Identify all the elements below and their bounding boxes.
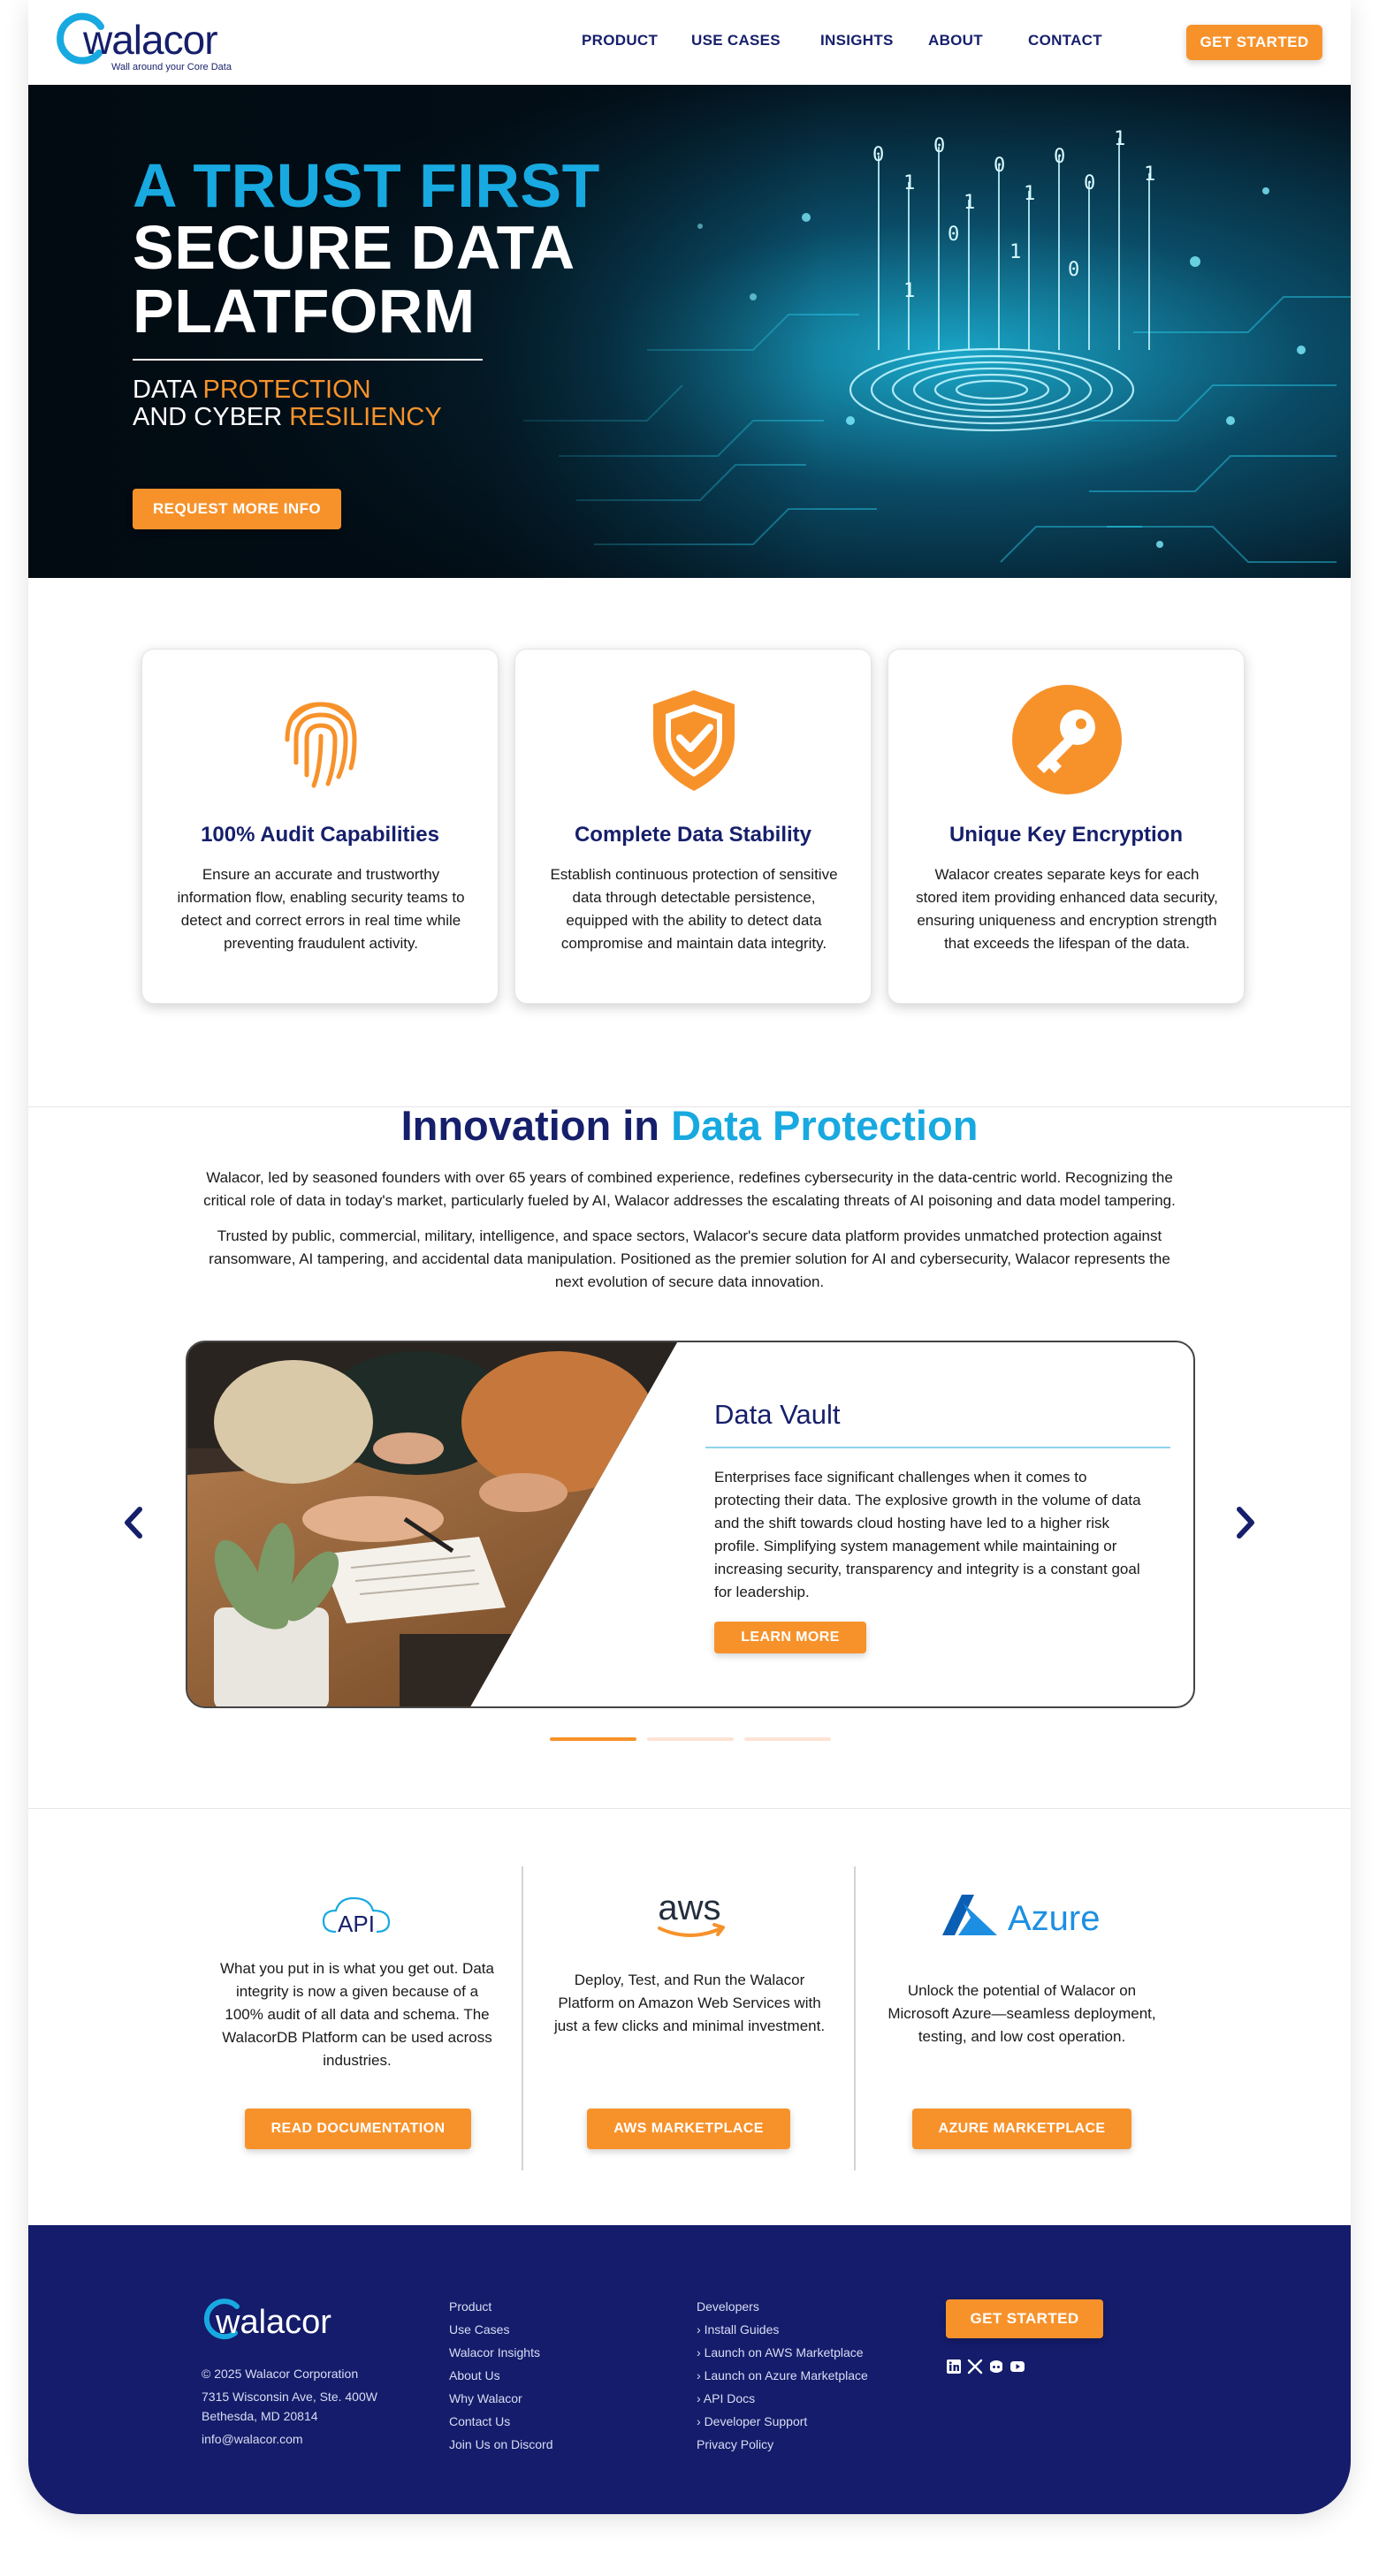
feature-title: Complete Data Stability bbox=[574, 823, 812, 847]
read-documentation-button[interactable]: READ DOCUMENTATION bbox=[245, 2109, 471, 2149]
get-started-button[interactable]: GET STARTED bbox=[1186, 25, 1322, 60]
integration-text: What you put in is what you get out. Dat… bbox=[220, 1960, 494, 2069]
footer-sublink[interactable]: › Launch on Azure Marketplace bbox=[697, 2368, 868, 2382]
key-icon bbox=[1012, 685, 1122, 794]
feature-title: Unique Key Encryption bbox=[949, 823, 1184, 847]
azure-logo-text: Azure bbox=[1008, 1899, 1101, 1938]
feature-text: Ensure an accurate and trustworthy infor… bbox=[177, 866, 465, 952]
aws-marketplace-button[interactable]: AWS MARKETPLACE bbox=[587, 2109, 790, 2149]
aws-logo-icon: aws bbox=[658, 1888, 725, 1937]
hero-subtitle: DATA PROTECTION AND CYBER RESILIENCY bbox=[133, 376, 442, 431]
hero-sub-text: AND CYBER bbox=[133, 403, 290, 431]
api-logo-text: API bbox=[338, 1911, 375, 1937]
hero-title-line2: SECURE DATA PLATFORM bbox=[133, 213, 574, 346]
footer-sublink[interactable]: › Launch on AWS Marketplace bbox=[697, 2345, 864, 2359]
youtube-icon[interactable] bbox=[1009, 2359, 1025, 2375]
hero-sub-text: DATA bbox=[133, 376, 203, 404]
footer-sublink-label: API Docs bbox=[703, 2391, 756, 2405]
aws-logo-text: aws bbox=[658, 1888, 720, 1927]
site-footer: walacor © 2025 Walacor Corporation 7315 … bbox=[28, 2225, 1351, 2514]
footer-logo[interactable]: walacor bbox=[202, 2296, 361, 2344]
slider-next-arrow-icon[interactable] bbox=[1230, 1504, 1259, 1541]
footer-link-about[interactable]: About Us bbox=[449, 2368, 500, 2382]
discord-icon[interactable] bbox=[988, 2359, 1004, 2375]
integration-text: Unlock the potential of Walacor on Micro… bbox=[888, 1982, 1156, 2045]
slider-dot[interactable] bbox=[647, 1737, 734, 1741]
feature-text: Establish continuous protection of sensi… bbox=[550, 866, 838, 952]
footer-sublink-label: Install Guides bbox=[704, 2322, 780, 2337]
column-divider bbox=[854, 1866, 856, 2170]
hero-title-line1: A TRUST FIRST bbox=[133, 151, 600, 220]
innovation-title: Innovation in Data Protection bbox=[28, 1101, 1351, 1150]
request-info-button[interactable]: REQUEST MORE INFO bbox=[133, 489, 341, 529]
footer-link-privacy[interactable]: Privacy Policy bbox=[697, 2437, 773, 2451]
footer-sublink-label: Launch on Azure Marketplace bbox=[704, 2368, 868, 2382]
linkedin-icon[interactable] bbox=[946, 2359, 962, 2375]
azure-logo-icon: Azure bbox=[942, 1895, 1101, 1938]
feature-card: Complete Data Stability Establish contin… bbox=[514, 649, 872, 1004]
slide-title: Data Vault bbox=[714, 1399, 841, 1430]
x-icon[interactable] bbox=[967, 2359, 983, 2375]
nav-use-cases[interactable]: USE CASES bbox=[691, 32, 781, 49]
feature-text: Walacor creates separate keys for each s… bbox=[916, 866, 1218, 952]
hero-divider bbox=[133, 359, 483, 361]
nav-insights[interactable]: INSIGHTS bbox=[820, 32, 894, 49]
slider-dot-active[interactable] bbox=[550, 1737, 636, 1741]
site-header: walacor Wall around your Core Data PRODU… bbox=[28, 0, 1351, 85]
page-frame: walacor Wall around your Core Data PRODU… bbox=[28, 0, 1351, 2514]
innovation-paragraph: Walacor, led by seasoned founders with o… bbox=[203, 1169, 1176, 1209]
footer-link-developers[interactable]: Developers bbox=[697, 2299, 759, 2314]
innovation-title-text: Innovation in bbox=[400, 1102, 672, 1149]
feature-title: 100% Audit Capabilities bbox=[201, 823, 439, 847]
azure-marketplace-button[interactable]: AZURE MARKETPLACE bbox=[912, 2109, 1131, 2149]
slider-dot[interactable] bbox=[744, 1737, 831, 1741]
nav-about[interactable]: ABOUT bbox=[928, 32, 983, 49]
slide-image-meeting-photo bbox=[187, 1342, 677, 1706]
footer-link-use-cases[interactable]: Use Cases bbox=[449, 2322, 509, 2337]
integration-text: Deploy, Test, and Run the Walacor Platfo… bbox=[553, 1972, 826, 2034]
brand-logo[interactable]: walacor Wall around your Core Data bbox=[53, 11, 239, 74]
footer-link-contact[interactable]: Contact Us bbox=[449, 2414, 510, 2428]
innovation-title-accent: Data Protection bbox=[671, 1102, 979, 1149]
footer-email-link[interactable]: info@walacor.com bbox=[202, 2432, 303, 2446]
nav-product[interactable]: PRODUCT bbox=[582, 32, 658, 49]
logo-tagline: Wall around your Core Data bbox=[111, 62, 232, 72]
footer-get-started-button[interactable]: GET STARTED bbox=[946, 2299, 1103, 2338]
footer-link-product[interactable]: Product bbox=[449, 2299, 491, 2314]
footer-link-insights[interactable]: Walacor Insights bbox=[449, 2345, 540, 2359]
logo-wordmark: walacor bbox=[83, 17, 218, 63]
footer-copyright: © 2025 Walacor Corporation bbox=[202, 2367, 359, 2381]
footer-link-discord[interactable]: Join Us on Discord bbox=[449, 2437, 553, 2451]
shield-check-icon bbox=[653, 690, 735, 791]
footer-sublink[interactable]: › Install Guides bbox=[697, 2322, 779, 2337]
footer-address: 7315 Wisconsin Ave, Ste. 400W bbox=[202, 2390, 377, 2404]
hero-banner: 010 101 001 101 01 A TRUST FIRST SECURE … bbox=[28, 85, 1351, 578]
footer-sublink-label: Developer Support bbox=[704, 2414, 808, 2428]
feature-card: Unique Key Encryption Walacor creates se… bbox=[888, 649, 1245, 1004]
footer-address: Bethesda, MD 20814 bbox=[202, 2409, 318, 2423]
slide-divider bbox=[705, 1447, 1170, 1448]
column-divider bbox=[522, 1866, 523, 2170]
fingerprint-icon bbox=[285, 702, 357, 788]
slide-description: Enterprises face significant challenges … bbox=[714, 1469, 1141, 1600]
footer-sublink[interactable]: › API Docs bbox=[697, 2391, 755, 2405]
feature-card: 100% Audit Capabilities Ensure an accura… bbox=[141, 649, 499, 1004]
learn-more-button[interactable]: LEARN MORE bbox=[714, 1622, 866, 1653]
api-cloud-icon: API bbox=[322, 1896, 391, 1937]
section-divider bbox=[28, 1808, 1351, 1809]
footer-sublink-label: Launch on AWS Marketplace bbox=[704, 2345, 864, 2359]
innovation-paragraph: Trusted by public, commercial, military,… bbox=[209, 1227, 1170, 1290]
hero-sub-accent: PROTECTION bbox=[202, 376, 371, 404]
product-slider: Data Vault Enterprises face significant … bbox=[186, 1341, 1195, 1708]
footer-logo-text: walacor bbox=[215, 2304, 331, 2341]
footer-sublink[interactable]: › Developer Support bbox=[697, 2414, 807, 2428]
footer-link-why[interactable]: Why Walacor bbox=[449, 2391, 522, 2405]
hero-sub-accent: RESILIENCY bbox=[289, 403, 442, 431]
slider-prev-arrow-icon[interactable] bbox=[120, 1504, 149, 1541]
nav-contact[interactable]: CONTACT bbox=[1028, 32, 1102, 49]
